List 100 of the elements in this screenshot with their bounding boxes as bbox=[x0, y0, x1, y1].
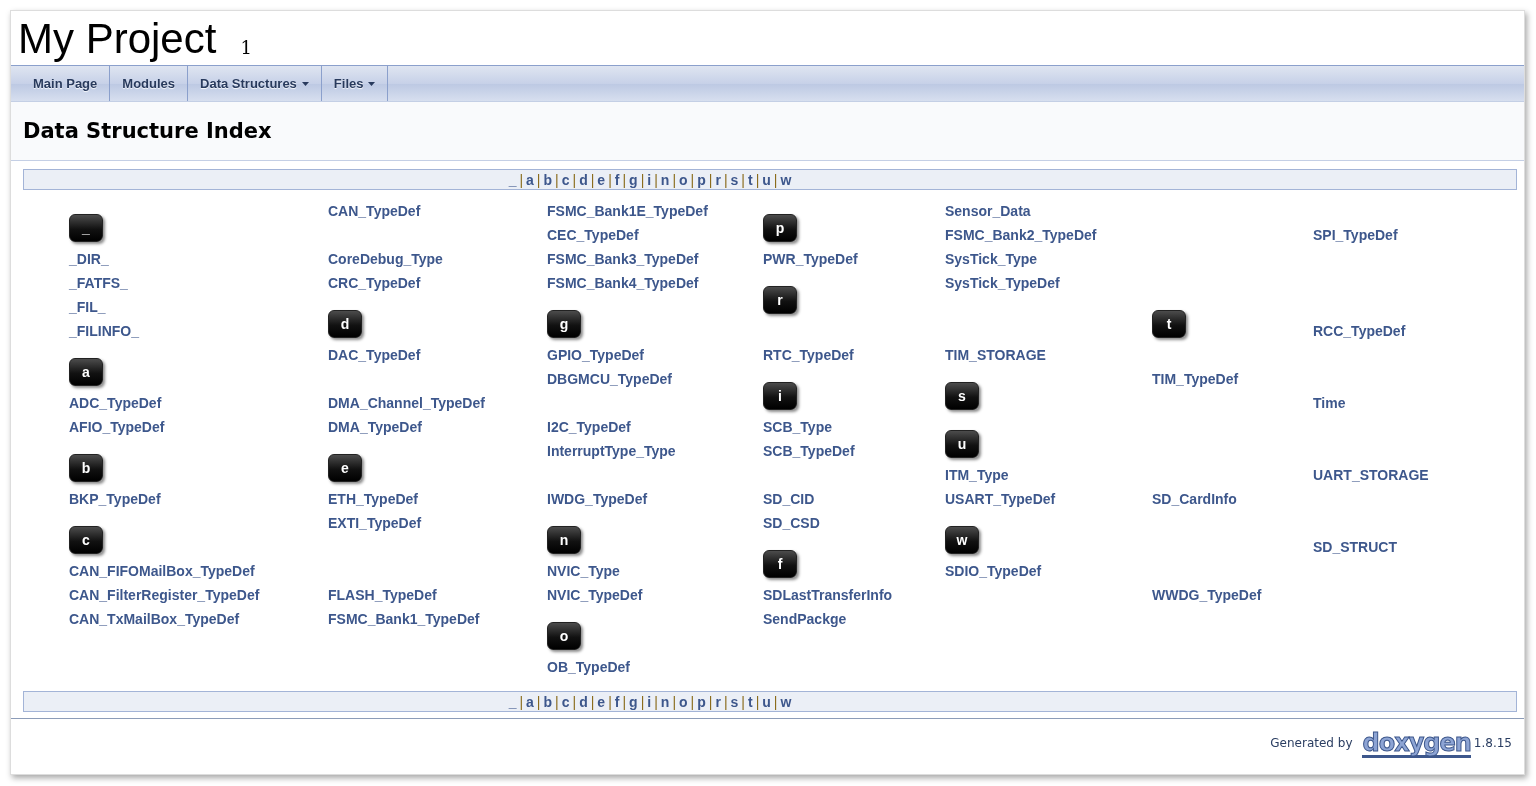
letter-link[interactable]: a bbox=[526, 693, 534, 710]
structure-link[interactable]: FSMC_Bank1E_TypeDef bbox=[547, 203, 708, 219]
structure-link[interactable]: TIM_STORAGE bbox=[945, 347, 1046, 363]
structure-link[interactable]: RTC_TypeDef bbox=[763, 347, 854, 363]
structure-link[interactable]: _FATFS_ bbox=[69, 275, 128, 291]
separator: | bbox=[708, 171, 713, 188]
letter-link[interactable]: w bbox=[780, 171, 792, 188]
letter-link[interactable]: b bbox=[543, 171, 553, 188]
letter-link[interactable]: s bbox=[730, 171, 739, 188]
structure-link[interactable]: CEC_TypeDef bbox=[547, 227, 639, 243]
structure-link[interactable]: ITM_Type bbox=[945, 467, 1009, 483]
structure-link[interactable]: CRC_TypeDef bbox=[328, 275, 421, 291]
letter-link[interactable]: a bbox=[526, 171, 534, 188]
structure-link[interactable]: OB_TypeDef bbox=[547, 659, 630, 675]
letter-link[interactable]: o bbox=[679, 693, 688, 710]
structure-link[interactable]: NVIC_Type bbox=[547, 563, 620, 579]
structure-link[interactable]: _FILINFO_ bbox=[69, 323, 139, 339]
structure-link[interactable]: SD_CardInfo bbox=[1152, 491, 1237, 507]
caret-icon bbox=[301, 81, 309, 86]
letter-link[interactable]: d bbox=[579, 171, 588, 188]
structure-link[interactable]: UART_STORAGE bbox=[1313, 467, 1429, 483]
nav-tab[interactable]: Main Page bbox=[11, 66, 111, 101]
letter-link[interactable]: p bbox=[697, 171, 706, 188]
letter-link[interactable]: s bbox=[730, 693, 739, 710]
letter-link[interactable]: g bbox=[629, 171, 638, 188]
structure-link[interactable]: Time bbox=[1313, 395, 1346, 411]
structure-link[interactable]: FLASH_TypeDef bbox=[328, 587, 437, 603]
structure-link[interactable]: SysTick_TypeDef bbox=[945, 275, 1060, 291]
structure-link[interactable]: FSMC_Bank1_TypeDef bbox=[328, 611, 480, 627]
structure-link[interactable]: SD_STRUCT bbox=[1313, 539, 1397, 555]
structure-link[interactable]: InterruptType_Type bbox=[547, 443, 676, 459]
structure-link[interactable]: PWR_TypeDef bbox=[763, 251, 858, 267]
structure-link[interactable]: SCB_Type bbox=[763, 419, 832, 435]
letter-link[interactable]: n bbox=[660, 171, 670, 188]
structure-link[interactable]: IWDG_TypeDef bbox=[547, 491, 648, 507]
structure-link[interactable]: Sensor_Data bbox=[945, 203, 1031, 219]
structure-link[interactable]: NVIC_TypeDef bbox=[547, 587, 643, 603]
structure-link[interactable]: _FIL_ bbox=[69, 299, 106, 315]
letter-link[interactable]: w bbox=[780, 693, 792, 710]
letter-link[interactable]: c bbox=[561, 171, 570, 188]
letter-link[interactable]: _ bbox=[508, 693, 517, 710]
structure-link[interactable]: SPI_TypeDef bbox=[1313, 227, 1398, 243]
letter-link[interactable]: f bbox=[614, 171, 620, 188]
letter-link[interactable]: t bbox=[747, 693, 753, 710]
structure-link[interactable]: SDLastTransferInfo bbox=[763, 587, 893, 603]
nav-tab[interactable]: Modules bbox=[110, 66, 189, 101]
letter-link[interactable]: i bbox=[647, 171, 652, 188]
letter-link[interactable]: r bbox=[715, 171, 721, 188]
letter-link[interactable]: e bbox=[597, 171, 606, 188]
letter-link[interactable]: b bbox=[543, 693, 553, 710]
letter-link[interactable]: r bbox=[715, 693, 721, 710]
letter-link[interactable]: p bbox=[697, 693, 706, 710]
letter-link[interactable]: d bbox=[579, 693, 588, 710]
structure-link[interactable]: ADC_TypeDef bbox=[69, 395, 162, 411]
letter-link[interactable]: _ bbox=[508, 171, 517, 188]
nav-tab[interactable]: Files bbox=[321, 66, 389, 101]
structure-link[interactable]: _DIR_ bbox=[69, 251, 109, 267]
letter-link[interactable]: o bbox=[679, 171, 688, 188]
structure-link[interactable]: SendPackge bbox=[763, 611, 847, 627]
structure-link[interactable]: I2C_TypeDef bbox=[547, 419, 631, 435]
separator: | bbox=[773, 693, 778, 710]
structure-link[interactable]: SD_CID bbox=[763, 491, 815, 507]
structure-link[interactable]: CAN_TypeDef bbox=[328, 203, 421, 219]
letter-link[interactable]: n bbox=[660, 693, 670, 710]
structure-link[interactable]: DMA_TypeDef bbox=[328, 419, 422, 435]
structure-link[interactable]: DMA_Channel_TypeDef bbox=[328, 395, 485, 411]
structure-link[interactable]: TIM_TypeDef bbox=[1152, 371, 1239, 387]
structure-link[interactable]: USART_TypeDef bbox=[945, 491, 1056, 507]
structure-link[interactable]: FSMC_Bank2_TypeDef bbox=[945, 227, 1097, 243]
structure-link[interactable]: SD_CSD bbox=[763, 515, 820, 531]
structure-link[interactable]: AFIO_TypeDef bbox=[69, 419, 165, 435]
structure-link[interactable]: DBGMCU_TypeDef bbox=[547, 371, 672, 387]
structure-link[interactable]: FSMC_Bank3_TypeDef bbox=[547, 251, 699, 267]
structure-link[interactable]: ETH_TypeDef bbox=[328, 491, 418, 507]
structure-link[interactable]: CAN_TxMailBox_TypeDef bbox=[69, 611, 240, 627]
structure-link[interactable]: SDIO_TypeDef bbox=[945, 563, 1042, 579]
structure-link[interactable]: BKP_TypeDef bbox=[69, 491, 161, 507]
letter-link[interactable]: i bbox=[647, 693, 652, 710]
structure-link[interactable]: GPIO_TypeDef bbox=[547, 347, 644, 363]
structure-link[interactable]: FSMC_Bank4_TypeDef bbox=[547, 275, 699, 291]
structure-link[interactable]: CAN_FIFOMailBox_TypeDef bbox=[69, 563, 255, 579]
separator: | bbox=[690, 171, 695, 188]
letter-link[interactable]: e bbox=[597, 693, 606, 710]
separator: | bbox=[723, 693, 728, 710]
nav-tab[interactable]: Data Structures bbox=[188, 66, 322, 101]
letter-link[interactable]: u bbox=[762, 693, 771, 710]
structure-link[interactable]: WWDG_TypeDef bbox=[1152, 587, 1262, 603]
structure-link[interactable]: RCC_TypeDef bbox=[1313, 323, 1406, 339]
structure-link[interactable]: SCB_TypeDef bbox=[763, 443, 855, 459]
structure-link[interactable]: CAN_FilterRegister_TypeDef bbox=[69, 587, 260, 603]
structure-link[interactable]: EXTI_TypeDef bbox=[328, 515, 422, 531]
letter-link[interactable]: f bbox=[614, 693, 620, 710]
structure-link[interactable]: DAC_TypeDef bbox=[328, 347, 421, 363]
letter-link[interactable]: g bbox=[629, 693, 638, 710]
structure-link[interactable]: SysTick_Type bbox=[945, 251, 1038, 267]
letter-link[interactable]: c bbox=[561, 693, 570, 710]
structure-link[interactable]: CoreDebug_Type bbox=[328, 251, 443, 267]
letter-link[interactable]: u bbox=[762, 171, 771, 188]
separator: | bbox=[708, 693, 713, 710]
letter-link[interactable]: t bbox=[747, 171, 753, 188]
